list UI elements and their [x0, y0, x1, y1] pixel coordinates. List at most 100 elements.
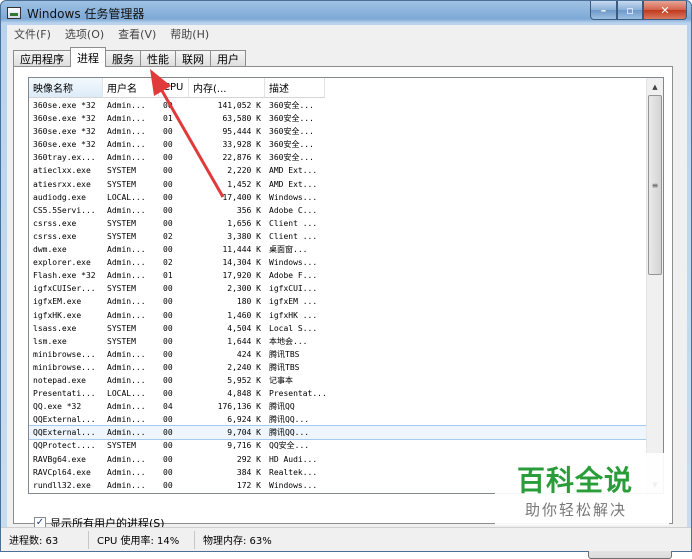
- row-user-name: Admin...: [107, 101, 146, 110]
- column-description[interactable]: 描述: [265, 78, 325, 98]
- process-row[interactable]: explorer.exe Admin... 02 14,304 K Windows...: [29, 256, 649, 269]
- menu-help[interactable]: 帮助(H): [163, 26, 216, 42]
- row-user-name: SYSTEM: [107, 336, 136, 346]
- tab-processes[interactable]: 进程: [70, 47, 106, 67]
- process-row[interactable]: 360se.exe *32 Admin... 01 63,580 K 360安全...: [29, 112, 649, 125]
- row-cpu: 00: [163, 218, 173, 228]
- row-image-name: igfxHK.exe: [33, 310, 82, 320]
- process-row[interactable]: 360se.exe *32 Admin... 00 95,444 K 360安全...: [29, 125, 649, 138]
- process-list[interactable]: 映像名称 用户名 CPU 内存(... 描述 360se.exe *32 Admi…: [28, 77, 664, 494]
- process-row[interactable]: igfxEM.exe Admin... 00 180 K igfxEM ...: [29, 295, 649, 308]
- row-user-name: Admin...: [107, 114, 146, 124]
- process-row[interactable]: 360se.exe *32 Admin... 00 33,928 K 360安全...: [29, 138, 649, 151]
- row-memory: 292 K: [236, 454, 261, 464]
- scroll-up-arrow-icon[interactable]: ▲: [647, 78, 663, 95]
- process-row[interactable]: dwm.exe Admin... 00 11,444 K 桌面窗...: [29, 243, 649, 256]
- row-cpu: 00: [163, 310, 173, 320]
- row-user-name: Admin...: [107, 297, 146, 307]
- process-row[interactable]: notepad.exe Admin... 00 5,952 K 记事本: [29, 374, 649, 387]
- row-memory: 2,300 K: [227, 284, 261, 294]
- row-cpu: 00: [163, 480, 173, 490]
- process-row[interactable]: atiesrxx.exe SYSTEM 00 1,452 K AMD Ext...: [29, 178, 649, 191]
- row-image-name: dwm.exe: [33, 245, 67, 255]
- row-memory: 141,052 K: [217, 101, 261, 110]
- tab-users[interactable]: 用户: [210, 50, 246, 67]
- row-description: 本地会...: [269, 336, 308, 346]
- menu-options[interactable]: 选项(O): [58, 26, 111, 42]
- process-row[interactable]: QQProtect.... SYSTEM 00 9,716 K QQ安全...: [29, 439, 649, 452]
- row-description: 腾讯QQ: [269, 402, 295, 412]
- row-description: QQ安全...: [269, 441, 310, 451]
- row-image-name: 360se.exe *32: [33, 114, 96, 124]
- task-manager-icon: [7, 7, 21, 19]
- row-description: 360安全...: [269, 153, 314, 163]
- process-row[interactable]: igfxCUISer... SYSTEM 00 2,300 K igfxCUI...: [29, 282, 649, 295]
- process-row[interactable]: lsass.exe SYSTEM 00 4,504 K Local S...: [29, 322, 649, 335]
- row-image-name: RAVCpl64.exe: [33, 467, 91, 477]
- row-memory: 5,952 K: [227, 375, 261, 385]
- menu-view[interactable]: 查看(V): [111, 26, 163, 42]
- row-cpu: 01: [163, 114, 173, 124]
- close-button[interactable]: ✕: [643, 1, 687, 20]
- process-row[interactable]: Presentati... LOCAL... 00 4,848 K Presentat.…: [29, 387, 649, 400]
- process-row[interactable]: audiodg.exe LOCAL... 00 17,400 K Windows...: [29, 191, 649, 204]
- tab-applications[interactable]: 应用程序: [13, 50, 71, 67]
- process-row[interactable]: minibrowse... Admin... 00 424 K 腾讯TBS: [29, 348, 649, 361]
- title-bar[interactable]: Windows 任务管理器 – ▫ ✕: [1, 1, 691, 25]
- row-user-name: Admin...: [107, 245, 146, 255]
- row-user-name: Admin...: [107, 349, 146, 359]
- process-row[interactable]: 360se.exe *32 Admin... 00 141,052 K 360安全...: [29, 99, 649, 112]
- maximize-button[interactable]: ▫: [617, 1, 643, 20]
- process-row[interactable]: Flash.exe *32 Admin... 01 17,920 K Adobe F..…: [29, 269, 649, 282]
- row-cpu: 00: [163, 101, 173, 110]
- status-process-count: 进程数: 63: [1, 530, 89, 549]
- process-row[interactable]: QQExternal... Admin... 00 9,704 K 腾讯QQ...: [29, 425, 650, 441]
- row-memory: 1,452 K: [227, 179, 261, 189]
- menu-file[interactable]: 文件(F): [7, 26, 58, 42]
- process-row[interactable]: csrss.exe SYSTEM 02 3,380 K Client ...: [29, 230, 649, 243]
- row-image-name: 360tray.ex...: [33, 153, 96, 163]
- column-memory[interactable]: 内存(...: [189, 78, 265, 98]
- row-memory: 3,380 K: [227, 231, 261, 241]
- process-row[interactable]: QQ.exe *32 Admin... 04 176,136 K 腾讯QQ: [29, 400, 649, 413]
- vertical-scrollbar[interactable]: ▲ ≡ ▼: [646, 78, 663, 493]
- row-image-name: 360se.exe *32: [33, 140, 96, 150]
- row-description: Adobe F...: [269, 271, 318, 281]
- row-user-name: Admin...: [107, 362, 146, 372]
- process-row[interactable]: minibrowse... Admin... 00 2,240 K 腾讯TBS: [29, 361, 649, 374]
- scroll-thumb[interactable]: ≡: [648, 95, 662, 275]
- row-memory: 4,504 K: [227, 323, 261, 333]
- row-user-name: Admin...: [107, 140, 146, 150]
- tab-services[interactable]: 服务: [105, 50, 141, 67]
- row-user-name: SYSTEM: [107, 284, 136, 294]
- row-memory: 11,444 K: [222, 245, 261, 255]
- row-image-name: QQ.exe *32: [33, 402, 82, 412]
- process-row[interactable]: igfxHK.exe Admin... 00 1,460 K igfxHK ...: [29, 309, 649, 322]
- minimize-button[interactable]: –: [590, 1, 617, 20]
- row-memory: 14,304 K: [222, 258, 261, 268]
- process-row[interactable]: QQExternal... Admin... 00 6,924 K 腾讯QQ...: [29, 413, 649, 426]
- row-user-name: SYSTEM: [107, 231, 136, 241]
- process-row[interactable]: csrss.exe SYSTEM 00 1,656 K Client ...: [29, 217, 649, 230]
- process-row[interactable]: CS5.5Servi... Admin... 00 356 K Adobe C...: [29, 204, 649, 217]
- row-memory: 2,220 K: [227, 166, 261, 176]
- tab-networking[interactable]: 联网: [175, 50, 211, 67]
- window-controls: – ▫ ✕: [590, 1, 687, 20]
- column-image-name[interactable]: 映像名称: [29, 78, 103, 98]
- row-image-name: QQExternal...: [33, 428, 96, 438]
- process-row[interactable]: 360tray.ex... Admin... 00 22,876 K 360安全...: [29, 151, 649, 164]
- row-cpu: 00: [163, 415, 173, 425]
- tab-performance[interactable]: 性能: [140, 50, 176, 67]
- row-memory: 9,704 K: [227, 428, 261, 438]
- row-memory: 17,400 K: [222, 192, 261, 202]
- watermark-logo: 百科全说 助你轻松解决: [495, 453, 669, 525]
- row-image-name: lsass.exe: [33, 323, 77, 333]
- column-user-name[interactable]: 用户名: [103, 78, 159, 98]
- row-memory: 6,924 K: [227, 415, 261, 425]
- row-description: igfxEM ...: [269, 297, 318, 307]
- row-cpu: 00: [163, 454, 173, 464]
- column-cpu[interactable]: CPU: [159, 78, 189, 98]
- row-cpu: 00: [163, 284, 173, 294]
- process-row[interactable]: lsm.exe SYSTEM 00 1,644 K 本地会...: [29, 335, 649, 348]
- process-row[interactable]: atieclxx.exe SYSTEM 00 2,220 K AMD Ext...: [29, 164, 649, 177]
